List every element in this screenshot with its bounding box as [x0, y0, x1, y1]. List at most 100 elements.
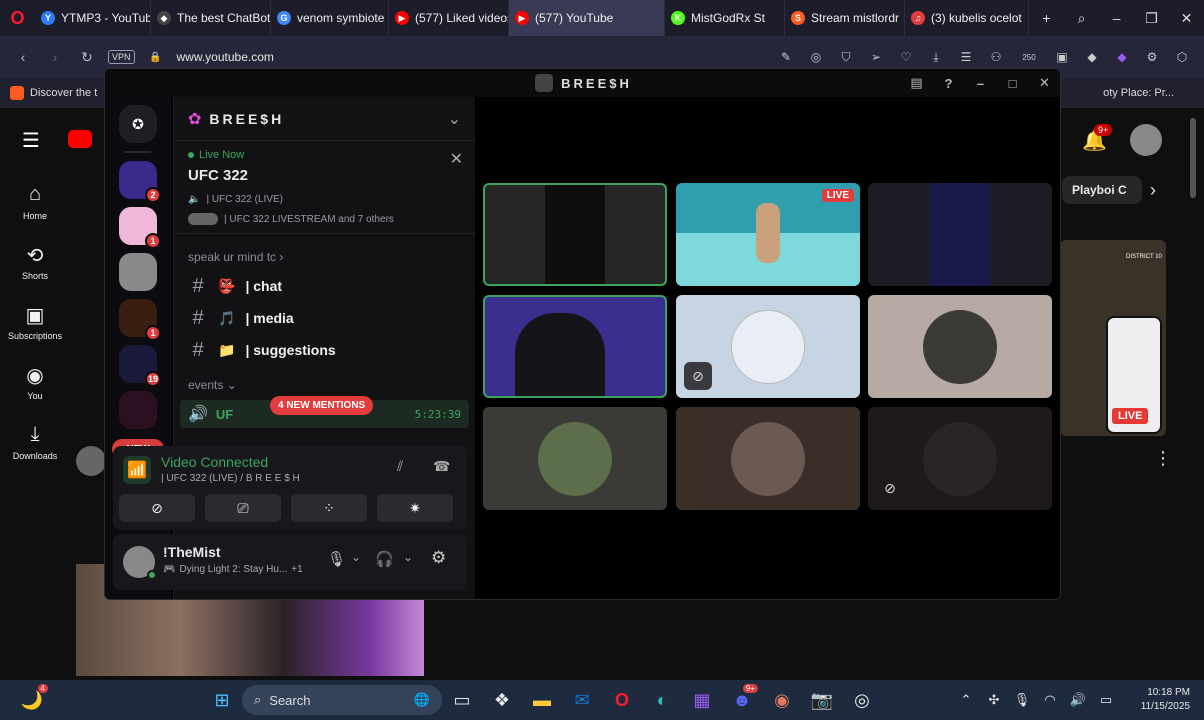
edge-icon[interactable]: ◐ [642, 680, 682, 720]
send-icon[interactable]: ➢ [866, 47, 886, 67]
vpn-badge[interactable]: VPN [108, 50, 135, 64]
username[interactable]: !TheMist [163, 544, 221, 560]
noise-suppression-icon[interactable]: ⫽ [397, 458, 403, 475]
yt-nav-shorts[interactable]: ⟲ Shorts [0, 243, 70, 281]
yt-nav-you[interactable]: ◉ You [0, 363, 70, 401]
dismiss-event-icon[interactable]: ✕ [450, 149, 463, 169]
headphones-icon[interactable]: 🎧 [375, 550, 394, 568]
battery-icon[interactable]: ▭ [1092, 680, 1120, 720]
server-icon[interactable] [119, 391, 157, 429]
window-close-icon[interactable]: ✕ [1030, 69, 1060, 97]
bookmark-discover[interactable]: Discover the t [30, 87, 97, 99]
window-minimize-icon[interactable]: – [966, 69, 998, 97]
youtube-logo-icon[interactable] [68, 130, 92, 148]
new-mentions-pill[interactable]: 4 NEW MENTIONS [270, 396, 374, 415]
obs-icon[interactable]: ◎ [842, 680, 882, 720]
video-tile-6[interactable] [868, 295, 1052, 398]
server-header[interactable]: ✿ BREE$H ⌄ [174, 97, 475, 141]
help-icon[interactable]: ? [934, 69, 966, 97]
yt-nav-subscriptions[interactable]: ▣ Subscriptions [0, 303, 70, 341]
heart-icon[interactable]: ♡ [896, 47, 916, 67]
back-icon[interactable]: ‹ [12, 49, 34, 65]
disconnect-icon[interactable]: ☎ [433, 458, 450, 475]
text-channel[interactable]: # 🎵 | media [174, 302, 475, 334]
extension-icon-2[interactable]: ◆ [1082, 47, 1102, 67]
more-options-icon[interactable]: ⋮ [1154, 448, 1172, 469]
text-channel[interactable]: # 👺 | chat [174, 270, 475, 302]
video-tile-1[interactable] [483, 183, 667, 286]
extension-icon-5[interactable]: ⬡ [1172, 47, 1192, 67]
file-explorer-icon[interactable]: ▬ [522, 680, 562, 720]
browser-tab[interactable]: K MistGodRx St [665, 0, 785, 36]
restore-icon[interactable]: ❐ [1134, 0, 1169, 36]
extension-icon-4[interactable]: ⚙ [1142, 47, 1162, 67]
browser-tab[interactable]: Y YTMP3 - YouTube [35, 0, 151, 36]
camera-app-icon[interactable]: 📷 [802, 680, 842, 720]
forward-icon[interactable]: › [44, 49, 66, 65]
video-thumbnail-right[interactable]: DISTRICT 10 LIVE [1060, 240, 1166, 436]
text-channel[interactable]: # 📁 | suggestions [174, 334, 475, 366]
channel-avatar[interactable] [76, 446, 106, 476]
volume-icon[interactable]: 🔊 [1064, 680, 1092, 720]
category-speak[interactable]: speak ur mind tc › [174, 246, 475, 268]
clock[interactable]: 10:18 PM 11/15/2025 [1120, 686, 1190, 714]
windows-start-icon[interactable]: ⊞ [202, 680, 242, 720]
video-tile-streamer[interactable] [483, 295, 667, 398]
voice-location[interactable]: | UFC 322 (LIVE) / B R E E $ H [161, 473, 300, 484]
video-tile-9[interactable]: ⊘ [868, 407, 1052, 510]
screen-share-button[interactable]: ⎚ [205, 494, 281, 522]
shield-icon[interactable]: ⛉ [836, 47, 856, 67]
video-tile-ufc[interactable]: LIVE [676, 183, 860, 286]
search-tabs-icon[interactable]: ⌕ [1064, 0, 1099, 36]
profile-icon[interactable]: ⚇ [986, 47, 1006, 67]
url-field[interactable]: www.youtube.com [177, 50, 274, 64]
copilot-icon[interactable]: ❖ [482, 680, 522, 720]
settings-gear-icon[interactable]: ⚙ [431, 548, 446, 568]
server-icon[interactable]: 2 [119, 161, 161, 203]
bookmark-oty-place[interactable]: oty Place: Pr... [1103, 87, 1174, 99]
discord-taskbar-icon[interactable]: ☻ 9+ [722, 680, 762, 720]
app-icon-pizza[interactable]: ◉ [762, 680, 802, 720]
browser-tab[interactable]: ▶ (577) YouTube [509, 0, 665, 36]
outlook-icon[interactable]: ✉ [562, 680, 602, 720]
opera-taskbar-icon[interactable]: O [602, 680, 642, 720]
window-maximize-icon[interactable]: □ [998, 69, 1030, 97]
yt-nav-home[interactable]: ⌂ Home [0, 183, 70, 221]
wifi-icon[interactable]: ◠ [1036, 680, 1064, 720]
close-icon[interactable]: ✕ [1169, 0, 1204, 36]
minimize-icon[interactable]: – [1099, 0, 1134, 36]
lock-icon[interactable]: 🔒 [145, 52, 167, 63]
video-tile-8[interactable] [676, 407, 860, 510]
new-tab-icon[interactable]: + [1029, 0, 1064, 36]
tray-mic-icon[interactable]: 🎙 [1008, 680, 1036, 720]
menu-icon[interactable]: ☰ [956, 47, 976, 67]
soundboard-button[interactable]: ✷ [377, 494, 453, 522]
mic-chevron-icon[interactable]: ⌄ [351, 550, 361, 564]
voice-channel-active[interactable]: 🔊 UF 5:23:39 4 NEW MENTIONS [180, 396, 469, 428]
account-avatar[interactable] [1130, 124, 1162, 156]
extension-icon-1[interactable]: ▣ [1052, 47, 1072, 67]
tray-chevron-icon[interactable]: ⌃ [952, 680, 980, 720]
video-tile-3[interactable] [868, 183, 1052, 286]
extension-badge[interactable]: 250 [1016, 47, 1042, 67]
yt-nav-downloads[interactable]: ⤓ Downloads [0, 423, 70, 461]
weather-widget-icon[interactable]: 🌙 4 [12, 680, 52, 720]
extension-icon-3[interactable]: ◆ [1112, 47, 1132, 67]
video-tile-5[interactable]: ⊘ [676, 295, 860, 398]
microphone-icon[interactable]: 🎙 [327, 550, 346, 568]
chip-next-icon[interactable]: › [1150, 180, 1156, 201]
camera-toggle-button[interactable]: ⊘ [119, 494, 195, 522]
hamburger-icon[interactable]: ☰ [22, 128, 40, 153]
browser-tab[interactable]: S Stream mistlordr [785, 0, 905, 36]
camera-icon[interactable]: ◎ [806, 47, 826, 67]
chevron-down-icon[interactable]: ⌄ [448, 109, 461, 129]
server-icon[interactable]: 1 [119, 299, 161, 341]
video-tile-7[interactable] [483, 407, 667, 510]
category-events[interactable]: events ⌄ [174, 374, 475, 396]
server-icon[interactable]: 1 [119, 207, 161, 249]
chip-playboi[interactable]: Playboi C [1062, 176, 1142, 204]
opera-menu-icon[interactable]: O [0, 0, 35, 36]
inbox-icon[interactable]: ▤ [902, 69, 934, 97]
tray-app-icon[interactable]: ✣ [980, 680, 1008, 720]
browser-tab[interactable]: ◆ The best ChatBot [151, 0, 271, 36]
